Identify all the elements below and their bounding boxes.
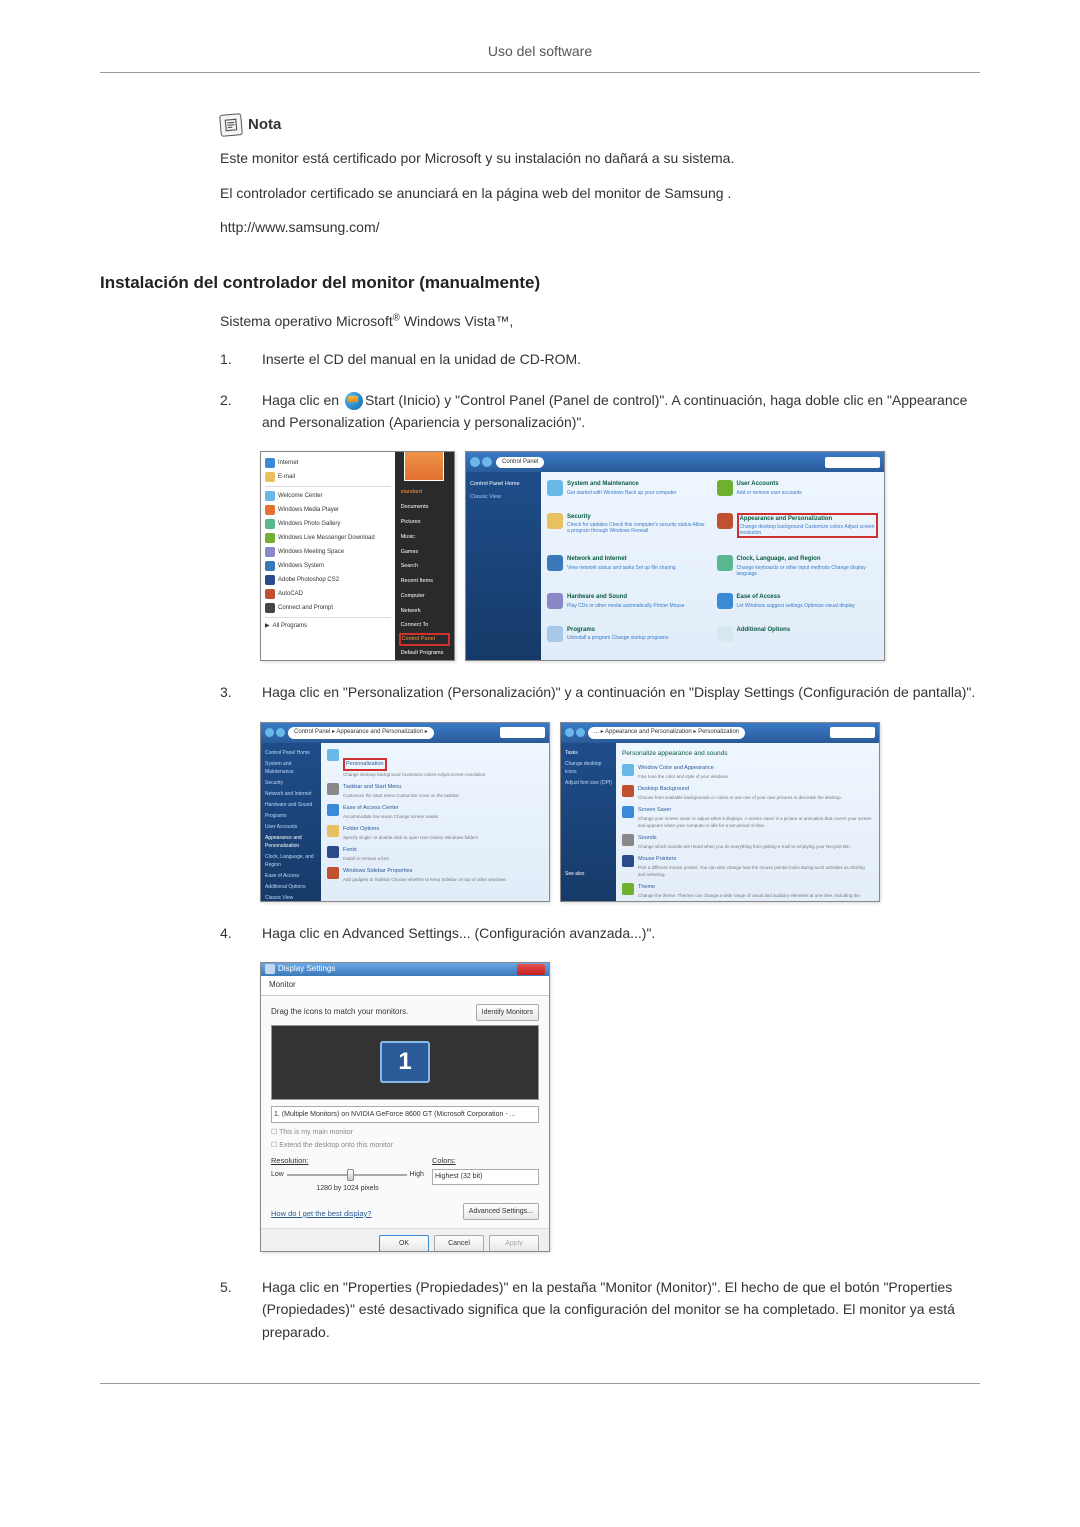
apply-button[interactable]: Apply [489, 1235, 539, 1252]
screenshot-display-settings: Display Settings Monitor Drag the icons … [260, 962, 550, 1252]
note-block: Nota Este monitor está certificado por M… [220, 113, 980, 238]
step-5: 5. Haga clic en "Properties (Propiedades… [220, 1276, 980, 1343]
screenshot-row-2: Control Panel ▸ Appearance and Personali… [260, 722, 980, 902]
screenshot-start-menu: Internet E-mail Welcome Center Windows M… [260, 451, 455, 661]
resolution-value: 1280 by 1024 pixels [271, 1183, 424, 1194]
colors-label: Colors: [432, 1155, 539, 1167]
close-icon[interactable] [517, 964, 545, 975]
step-num: 1. [220, 348, 240, 370]
step-num: 5. [220, 1276, 240, 1298]
window-icon [265, 964, 275, 974]
step-1: 1. Inserte el CD del manual en la unidad… [220, 348, 980, 370]
advanced-settings-button[interactable]: Advanced Settings... [463, 1203, 539, 1220]
step-text: Inserte el CD del manual en la unidad de… [262, 348, 980, 370]
ok-button[interactable]: OK [379, 1235, 429, 1252]
colors-select[interactable]: Highest (32 bit) [432, 1169, 539, 1184]
step-num: 2. [220, 389, 240, 411]
footer-rule [100, 1383, 980, 1384]
note-icon [219, 113, 243, 137]
step-text: Haga clic en "Properties (Propiedades)" … [262, 1276, 980, 1343]
check-extend-desktop[interactable]: ☐ Extend the desktop onto this monitor [271, 1140, 539, 1151]
resolution-slider[interactable]: Low High [271, 1169, 424, 1180]
page-header: Uso del software [100, 40, 980, 73]
section-heading: Instalación del controlador del monitor … [100, 269, 980, 296]
check-main-monitor[interactable]: ☐ This is my main monitor [271, 1127, 539, 1138]
step-num: 4. [220, 922, 240, 944]
resolution-label: Resolution: [271, 1155, 424, 1167]
step-text: Haga clic en Advanced Settings... (Confi… [262, 922, 980, 944]
drag-label: Drag the icons to match your monitors. [271, 1006, 408, 1019]
os-line: Sistema operativo Microsoft® Windows Vis… [220, 310, 980, 332]
window-title: Display Settings [278, 963, 335, 976]
monitor-select[interactable]: 1. (Multiple Monitors) on NVIDIA GeForce… [271, 1106, 539, 1123]
identify-monitors-button[interactable]: Identify Monitors [476, 1004, 539, 1021]
step-4: 4. Haga clic en Advanced Settings... (Co… [220, 922, 980, 944]
screenshot-row-1: Internet E-mail Welcome Center Windows M… [260, 451, 980, 661]
step-text: Haga clic en Start (Inicio) y "Control P… [262, 389, 980, 434]
screenshot-personalization: ... ▸ Appearance and Personalization ▸ P… [560, 722, 880, 902]
best-display-link[interactable]: How do I get the best display? [271, 1208, 371, 1220]
screenshot-appearance-personalization: Control Panel ▸ Appearance and Personali… [260, 722, 550, 902]
windows-start-icon [345, 392, 363, 410]
monitor-preview[interactable]: 1 [271, 1025, 539, 1100]
step-2: 2. Haga clic en Start (Inicio) y "Contro… [220, 389, 980, 434]
tab-monitor[interactable]: Monitor [261, 976, 549, 996]
note-label: Nota [248, 113, 281, 137]
screenshot-control-panel: Control Panel Control Panel Home Classic… [465, 451, 885, 661]
step-3: 3. Haga clic en "Personalization (Person… [220, 681, 980, 703]
note-line-2: El controlador certificado se anunciará … [220, 182, 980, 204]
step-num: 3. [220, 681, 240, 703]
cancel-button[interactable]: Cancel [434, 1235, 484, 1252]
note-url: http://www.samsung.com/ [220, 216, 980, 238]
note-line-1: Este monitor está certificado por Micros… [220, 147, 980, 169]
monitor-1[interactable]: 1 [380, 1041, 430, 1083]
step-text: Haga clic en "Personalization (Personali… [262, 681, 980, 703]
